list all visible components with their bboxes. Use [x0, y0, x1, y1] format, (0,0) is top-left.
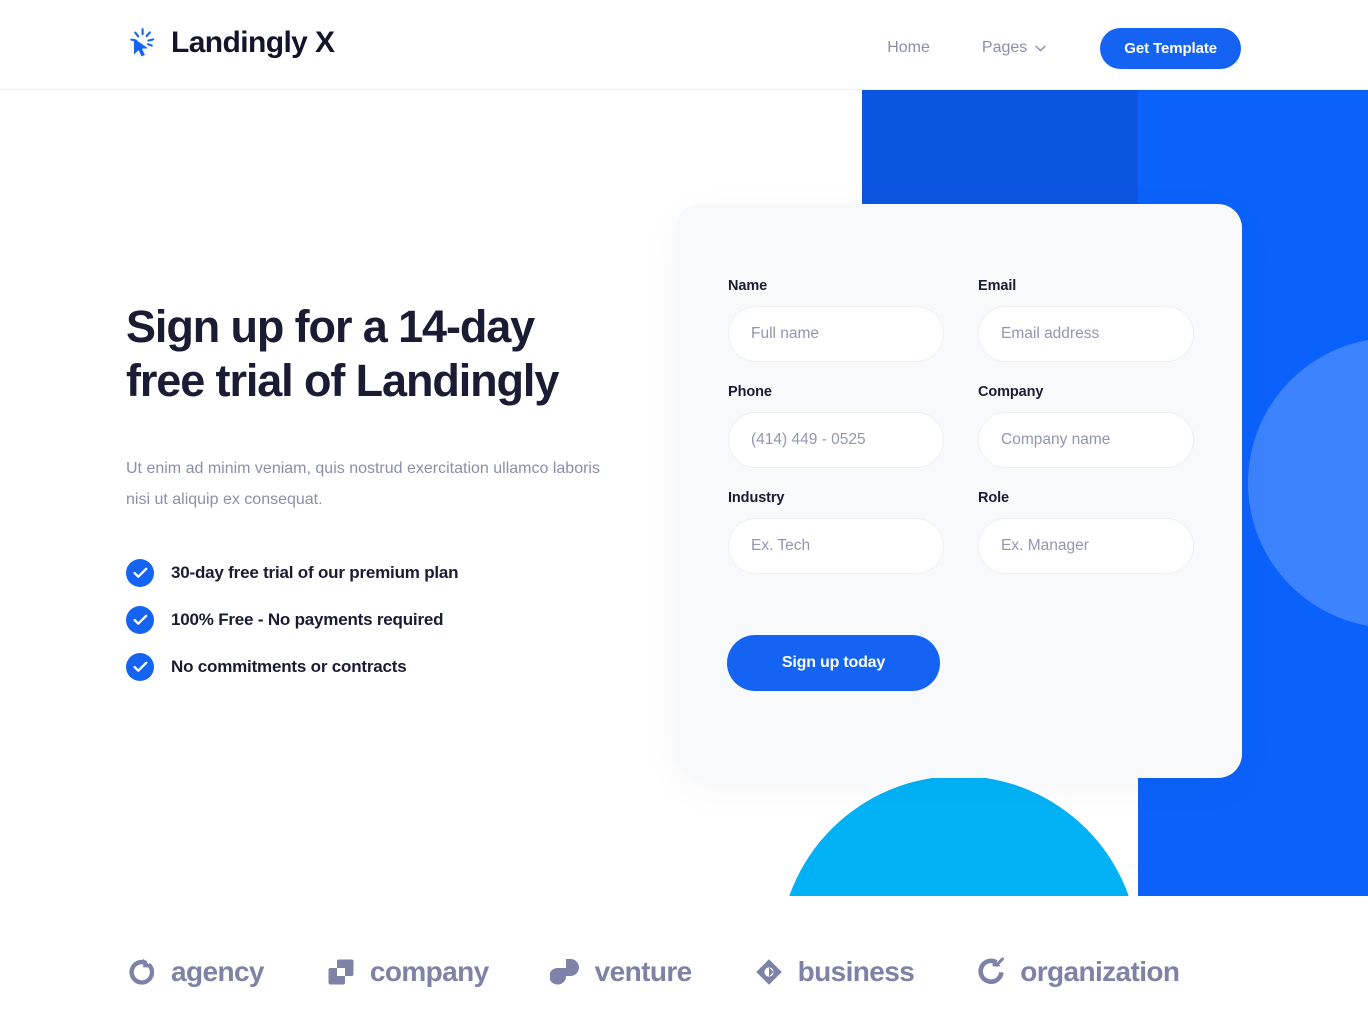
industry-label: Industry	[728, 490, 785, 506]
name-label: Name	[728, 278, 768, 294]
check-circle-icon	[126, 653, 154, 681]
shape-dark-blue-block	[862, 90, 1138, 205]
phone-label: Phone	[728, 384, 772, 400]
brand-logo[interactable]: Landingly X	[126, 26, 335, 60]
site-header: Landingly X Home Pages Get Template	[0, 0, 1368, 90]
hero-title-line-2: free trial of Landingly	[126, 355, 559, 406]
partner-name: business	[797, 956, 915, 987]
circle-arrow-notch-icon	[975, 956, 1007, 988]
check-circle-icon	[126, 559, 154, 587]
phone-input[interactable]	[728, 412, 944, 468]
cursor-click-icon	[126, 26, 160, 60]
company-label: Company	[978, 384, 1044, 400]
partner-name: company	[369, 956, 489, 987]
email-input[interactable]	[978, 306, 1194, 362]
name-input[interactable]	[728, 306, 944, 362]
partner-agency: agency	[126, 956, 265, 988]
nav-link-pages[interactable]: Pages	[956, 28, 1072, 68]
field-group-industry: Industry	[728, 490, 944, 574]
hero-subtitle: Ut enim ad minim veniam, quis nostrud ex…	[126, 460, 600, 508]
signup-submit-button[interactable]: Sign up today	[727, 635, 940, 691]
feature-label: 100% Free - No payments required	[171, 610, 444, 629]
list-item: 100% Free - No payments required	[126, 606, 646, 634]
field-group-phone: Phone	[728, 384, 944, 468]
rounded-split-icon	[549, 956, 582, 988]
partner-venture: venture	[549, 956, 693, 988]
brand-name: Landingly X	[171, 26, 335, 59]
role-label: Role	[978, 490, 1010, 506]
page-title: Sign up for a 14-day free trial of Landi…	[126, 300, 646, 408]
partner-name: agency	[171, 956, 265, 987]
check-circle-icon	[126, 606, 154, 634]
company-input[interactable]	[978, 412, 1194, 468]
role-input[interactable]	[978, 518, 1194, 574]
list-item: No commitments or contracts	[126, 653, 646, 681]
signup-form-grid: Name Email Phone Company Industry Role	[728, 278, 1194, 574]
nav-link-pages-label: Pages	[981, 39, 1028, 56]
main-navigation: Home Pages Get Template	[861, 27, 1241, 69]
partner-name: venture	[594, 956, 693, 987]
partner-business: business	[753, 956, 915, 988]
field-group-name: Name	[728, 278, 944, 362]
industry-input[interactable]	[728, 518, 944, 574]
circle-arrow-icon	[126, 956, 158, 988]
landing-page: Landingly X Home Pages Get Template Sign…	[0, 0, 1368, 1032]
two-squares-icon	[325, 956, 357, 988]
partner-name: organization	[1020, 956, 1180, 987]
hero-title-line-1: Sign up for a 14-day	[126, 301, 535, 352]
get-template-button[interactable]: Get Template	[1100, 27, 1241, 69]
list-item: 30-day free trial of our premium plan	[126, 559, 646, 587]
partner-logo-row: agency company venture business organiza…	[126, 956, 1246, 988]
feature-list: 30-day free trial of our premium plan 10…	[126, 559, 646, 681]
hero-content: Sign up for a 14-day free trial of Landi…	[126, 300, 646, 681]
field-group-company: Company	[978, 384, 1194, 468]
shape-cyan-dome	[779, 776, 1139, 896]
nav-link-home[interactable]: Home	[861, 28, 956, 68]
signup-form-card: Name Email Phone Company Industry Role	[676, 204, 1242, 778]
partner-company: company	[325, 956, 489, 988]
feature-label: 30-day free trial of our premium plan	[171, 563, 459, 582]
diamond-icon	[753, 956, 785, 988]
field-group-email: Email	[978, 278, 1194, 362]
chevron-down-icon	[1035, 45, 1046, 52]
feature-label: No commitments or contracts	[171, 657, 407, 676]
partner-organization: organization	[975, 956, 1180, 988]
email-label: Email	[978, 278, 1017, 294]
field-group-role: Role	[978, 490, 1194, 574]
